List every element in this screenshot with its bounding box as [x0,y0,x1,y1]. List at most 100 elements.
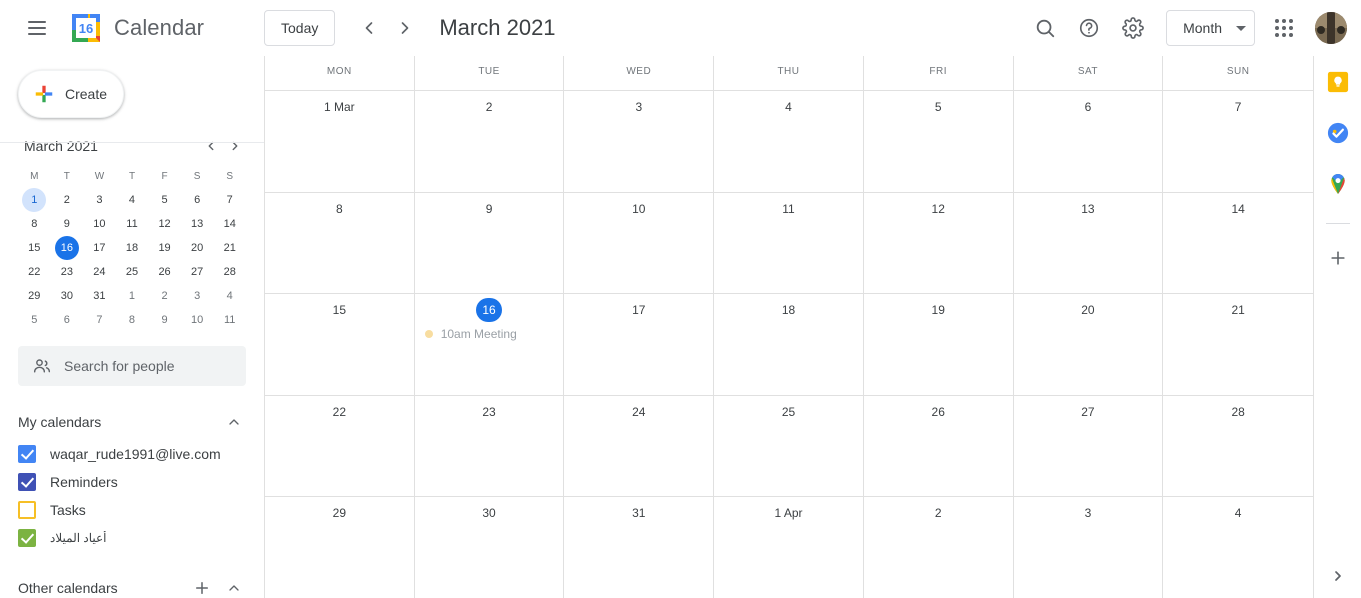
mini-calendar-day[interactable]: 5 [148,188,181,212]
mini-calendar-day[interactable]: 23 [51,260,84,284]
mini-calendar-day[interactable]: 2 [148,284,181,308]
calendar-day-cell[interactable]: 29 [265,497,415,598]
next-month-icon[interactable] [387,10,423,46]
mini-calendar-day[interactable]: 9 [51,212,84,236]
calendar-day-cell[interactable]: 23 [415,395,565,497]
calendar-day-cell[interactable]: 25 [714,395,864,497]
mini-calendar-day[interactable]: 25 [116,260,149,284]
mini-calendar-day[interactable]: 16 [51,236,84,260]
mini-calendar-day[interactable]: 10 [181,308,214,332]
calendar-list-item[interactable]: Tasks [18,496,246,524]
calendar-day-cell[interactable]: 26 [864,395,1014,497]
calendar-list-item[interactable]: waqar_rude1991@live.com [18,440,246,468]
mini-calendar-day[interactable]: 2 [51,188,84,212]
calendar-day-cell[interactable]: 28 [1163,396,1313,497]
mini-previous-month-icon[interactable] [200,135,222,157]
calendar-day-cell[interactable]: 14 [1163,193,1313,294]
calendar-day-cell[interactable]: 6 [1014,91,1164,192]
my-calendars-collapse-icon[interactable] [222,410,246,434]
mini-calendar-day[interactable]: 21 [213,236,246,260]
calendar-day-cell[interactable]: 7 [1163,91,1313,192]
mini-calendar-day[interactable]: 10 [83,212,116,236]
calendar-day-cell[interactable]: 12 [864,192,1014,294]
mini-calendar-day[interactable]: 18 [116,236,149,260]
mini-calendar-day[interactable]: 31 [83,284,116,308]
previous-month-icon[interactable] [351,10,387,46]
avatar[interactable] [1315,12,1347,44]
search-icon[interactable] [1024,7,1066,49]
mini-calendar-day[interactable]: 5 [18,308,51,332]
calendar-day-cell[interactable]: 2 [415,91,565,192]
mini-calendar-day[interactable]: 20 [181,236,214,260]
calendar-day-cell[interactable]: 10 [564,192,715,294]
mini-calendar-day[interactable]: 8 [18,212,51,236]
google-keep-icon[interactable] [1326,70,1350,94]
mini-calendar-day[interactable]: 1 [116,284,149,308]
calendar-day-cell[interactable]: 2 [864,497,1014,598]
calendar-checkbox[interactable] [18,473,36,491]
today-button[interactable]: Today [264,10,336,46]
calendar-list-item[interactable]: Reminders [18,468,246,496]
calendar-day-cell[interactable]: 31 [564,497,715,598]
calendar-day-cell[interactable]: 18 [714,294,864,395]
mini-calendar-day[interactable]: 3 [83,188,116,212]
mini-calendar-day[interactable]: 24 [83,260,116,284]
mini-calendar-day[interactable]: 28 [213,260,246,284]
mini-calendar-day[interactable]: 6 [51,308,84,332]
google-apps-grid-icon[interactable] [1263,7,1305,49]
mini-calendar-day[interactable]: 4 [116,188,149,212]
calendar-day-cell[interactable]: 20 [1014,294,1164,395]
calendar-day-cell[interactable]: 3 [1014,497,1164,598]
expand-side-panel-icon[interactable] [1324,562,1352,590]
calendar-day-cell[interactable]: 17 [564,294,715,395]
gear-icon[interactable] [1112,7,1154,49]
calendar-checkbox[interactable] [18,501,36,519]
calendar-list-item[interactable]: أعياد الميلاد [18,524,246,552]
other-calendars-header[interactable]: Other calendars [18,570,246,598]
calendar-day-cell[interactable]: 1 Apr [714,497,864,598]
calendar-day-cell[interactable]: 8 [265,192,415,294]
calendar-day-cell[interactable]: 3 [564,91,715,192]
calendar-day-cell[interactable]: 24 [564,395,715,497]
mini-calendar-day[interactable]: 13 [181,212,214,236]
mini-calendar-day[interactable]: 3 [181,284,214,308]
calendar-day-cell[interactable]: 4 [714,91,864,192]
mini-calendar-day[interactable]: 17 [83,236,116,260]
mini-calendar-day[interactable]: 22 [18,260,51,284]
mini-calendar-day[interactable]: 11 [213,308,246,332]
mini-calendar-day[interactable]: 6 [181,188,214,212]
mini-calendar-day[interactable]: 7 [213,188,246,212]
mini-calendar-day[interactable]: 1 [18,188,51,212]
calendar-day-cell[interactable]: 11 [714,192,864,294]
mini-calendar-day[interactable]: 19 [148,236,181,260]
mini-next-month-icon[interactable] [224,135,246,157]
mini-calendar-day[interactable]: 9 [148,308,181,332]
google-tasks-icon[interactable] [1326,121,1350,145]
google-maps-icon[interactable] [1326,172,1350,196]
calendar-day-cell[interactable]: 15 [265,294,415,395]
add-app-icon[interactable] [1326,246,1350,270]
view-mode-dropdown[interactable]: Month [1166,10,1255,46]
calendar-day-cell[interactable]: 21 [1163,294,1313,395]
calendar-day-cell[interactable]: 22 [265,395,415,497]
help-icon[interactable] [1068,7,1110,49]
search-people-input[interactable]: Search for people [18,346,246,386]
my-calendars-header[interactable]: My calendars [18,404,246,440]
mini-calendar-day[interactable]: 30 [51,284,84,308]
mini-calendar-day[interactable]: 11 [116,212,149,236]
calendar-day-cell[interactable]: 9 [415,192,565,294]
other-calendars-collapse-icon[interactable] [222,576,246,598]
mini-calendar-day[interactable]: 4 [213,284,246,308]
mini-calendar-day[interactable]: 14 [213,212,246,236]
mini-calendar-day[interactable]: 7 [83,308,116,332]
create-button[interactable]: Create [18,70,124,118]
main-menu-icon[interactable] [18,9,56,47]
calendar-day-cell[interactable]: 30 [415,497,565,598]
calendar-checkbox[interactable] [18,445,36,463]
calendar-event[interactable]: 10am Meeting [424,324,558,344]
mini-calendar-day[interactable]: 15 [18,236,51,260]
mini-calendar-day[interactable]: 12 [148,212,181,236]
add-other-calendar-icon[interactable] [190,576,214,598]
mini-calendar-day[interactable]: 8 [116,308,149,332]
calendar-day-cell[interactable]: 13 [1014,192,1164,294]
